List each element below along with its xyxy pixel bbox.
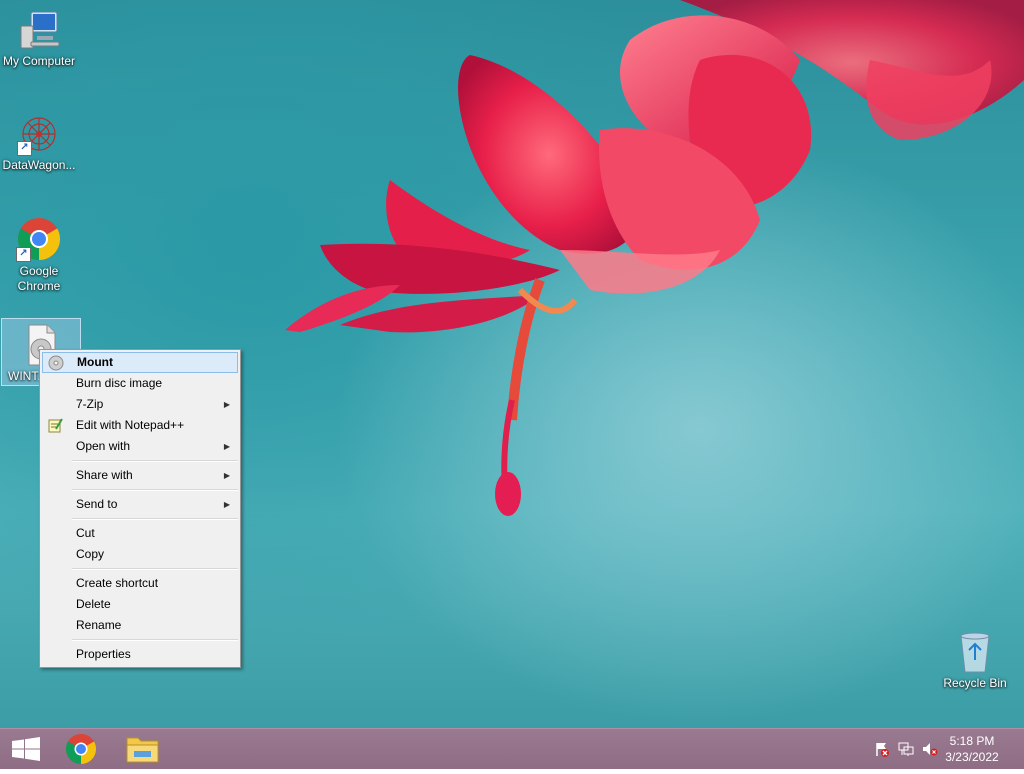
menu-item-label: Delete — [76, 597, 111, 611]
taskbar-clock[interactable]: 5:18 PM 3/23/2022 — [942, 733, 1002, 765]
submenu-arrow-icon: ▶ — [223, 471, 230, 480]
menu-item-label: 7-Zip — [76, 397, 104, 411]
desktop-icon-google-chrome[interactable]: ↗ Google Chrome — [0, 216, 78, 294]
submenu-arrow-icon: ▶ — [223, 442, 230, 451]
desktop-icon-my-computer[interactable]: My Computer — [0, 8, 78, 69]
menu-item-delete[interactable]: Delete — [42, 594, 238, 615]
menu-separator — [72, 518, 238, 520]
network-icon[interactable] — [898, 741, 914, 757]
menu-item-label: Open with — [76, 439, 131, 453]
menu-separator — [72, 460, 238, 462]
menu-item-label: Rename — [76, 618, 122, 632]
menu-item-edit-with-notepad-plus-plus[interactable]: Edit with Notepad++ — [42, 415, 238, 436]
desktop-icon-label: Google Chrome — [17, 264, 61, 293]
menu-separator — [72, 489, 238, 491]
menu-item-cut[interactable]: Cut — [42, 523, 238, 544]
desktop-icon-recycle-bin[interactable]: Recycle Bin — [936, 630, 1014, 691]
menu-item-7zip[interactable]: 7-Zip ▶ — [42, 394, 238, 415]
menu-item-label: Cut — [76, 526, 95, 540]
notepad-plus-plus-icon — [48, 418, 63, 433]
start-button[interactable] — [0, 729, 54, 769]
menu-item-create-shortcut[interactable]: Create shortcut — [42, 573, 238, 594]
windows-logo-icon — [12, 737, 40, 761]
chrome-icon — [65, 734, 97, 764]
menu-item-burn-disc-image[interactable]: Burn disc image — [42, 373, 238, 394]
menu-separator — [72, 639, 238, 641]
menu-separator — [72, 568, 238, 570]
taskbar: 5:18 PM 3/23/2022 — [0, 728, 1024, 769]
desktop-icon-label: DataWagon... — [2, 158, 76, 172]
desktop-icon-label: Recycle Bin — [943, 676, 1007, 690]
menu-item-mount[interactable]: Mount — [42, 352, 238, 373]
menu-item-rename[interactable]: Rename — [42, 615, 238, 636]
taskbar-file-explorer-button[interactable] — [116, 729, 170, 769]
menu-item-label: Send to — [76, 497, 118, 511]
computer-icon — [17, 8, 61, 52]
menu-item-label: Burn disc image — [76, 376, 163, 390]
taskbar-chrome-button[interactable] — [54, 729, 108, 769]
clock-date: 3/23/2022 — [945, 750, 999, 764]
menu-item-label: Share with — [76, 468, 133, 482]
menu-item-label: Copy — [76, 547, 105, 561]
datawagon-logo-icon: ↗ — [17, 112, 61, 156]
desktop-icon-datawagon[interactable]: ↗ DataWagon... — [0, 112, 78, 173]
menu-item-copy[interactable]: Copy — [42, 544, 238, 565]
folder-icon — [126, 737, 159, 763]
action-center-flag-icon[interactable] — [874, 741, 890, 757]
recycle-bin-icon — [955, 630, 995, 674]
menu-item-label: Mount — [77, 355, 113, 369]
menu-item-share-with[interactable]: Share with ▶ — [42, 465, 238, 486]
menu-item-label: Create shortcut — [76, 576, 159, 590]
submenu-arrow-icon: ▶ — [223, 400, 230, 409]
menu-item-label: Properties — [76, 647, 131, 661]
desktop[interactable]: My Computer ↗ DataWagon... ↗ Google Chro… — [0, 0, 1024, 728]
disc-icon — [48, 355, 64, 371]
clock-time: 5:18 PM — [949, 734, 995, 748]
shortcut-arrow-icon: ↗ — [16, 247, 31, 262]
desktop-icon-label: My Computer — [2, 54, 76, 68]
menu-item-properties[interactable]: Properties — [42, 644, 238, 665]
menu-item-send-to[interactable]: Send to ▶ — [42, 494, 238, 515]
submenu-arrow-icon: ▶ — [223, 500, 230, 509]
shortcut-arrow-icon: ↗ — [17, 141, 32, 156]
menu-item-label: Edit with Notepad++ — [76, 418, 185, 432]
volume-muted-icon[interactable] — [922, 741, 938, 757]
menu-item-open-with[interactable]: Open with ▶ — [42, 436, 238, 457]
chrome-icon: ↗ — [16, 216, 62, 262]
context-menu[interactable]: Mount Burn disc image 7-Zip ▶ Edit with … — [39, 349, 241, 668]
